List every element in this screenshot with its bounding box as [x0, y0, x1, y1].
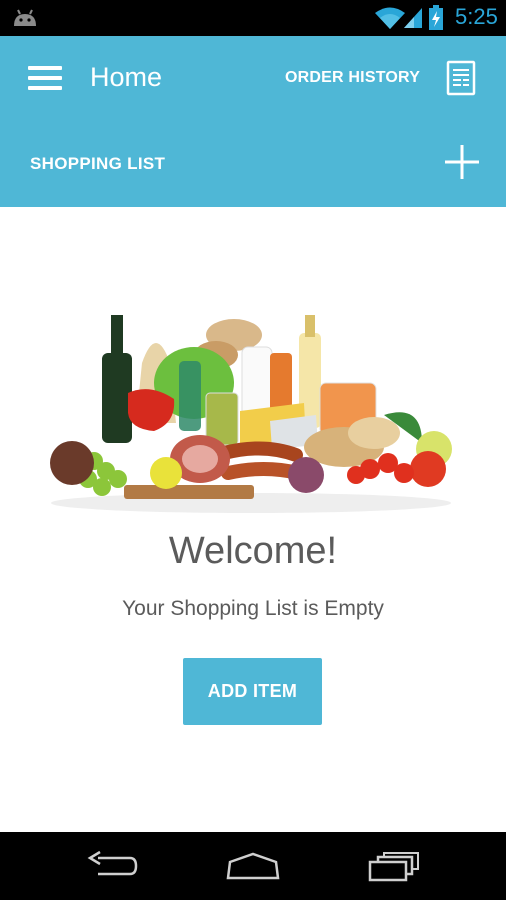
- battery-icon: [429, 5, 443, 30]
- main-content: Welcome! Your Shopping List is Empty ADD…: [0, 207, 506, 832]
- page-title: Home: [90, 62, 163, 92]
- welcome-heading: Welcome!: [168, 530, 338, 572]
- nav-bar: [0, 832, 506, 900]
- receipt-icon[interactable]: [446, 60, 476, 96]
- menu-icon[interactable]: [28, 66, 62, 90]
- app-bar: Home ORDER HISTORY SHOPPING LIST: [0, 36, 506, 207]
- signal-icon: [404, 8, 422, 28]
- status-bar: 5:25: [0, 0, 506, 36]
- add-item-button[interactable]: ADD ITEM: [183, 658, 322, 725]
- recents-icon[interactable]: [368, 852, 420, 882]
- add-icon[interactable]: [444, 144, 480, 180]
- order-history-button[interactable]: ORDER HISTORY: [285, 69, 420, 87]
- empty-list-message: Your Shopping List is Empty: [122, 597, 384, 620]
- groceries-image: [50, 315, 452, 513]
- home-icon[interactable]: [226, 852, 280, 880]
- back-icon[interactable]: [86, 850, 138, 880]
- section-title: SHOPPING LIST: [30, 154, 166, 173]
- android-icon: [14, 9, 36, 26]
- status-clock: 5:25: [455, 4, 498, 29]
